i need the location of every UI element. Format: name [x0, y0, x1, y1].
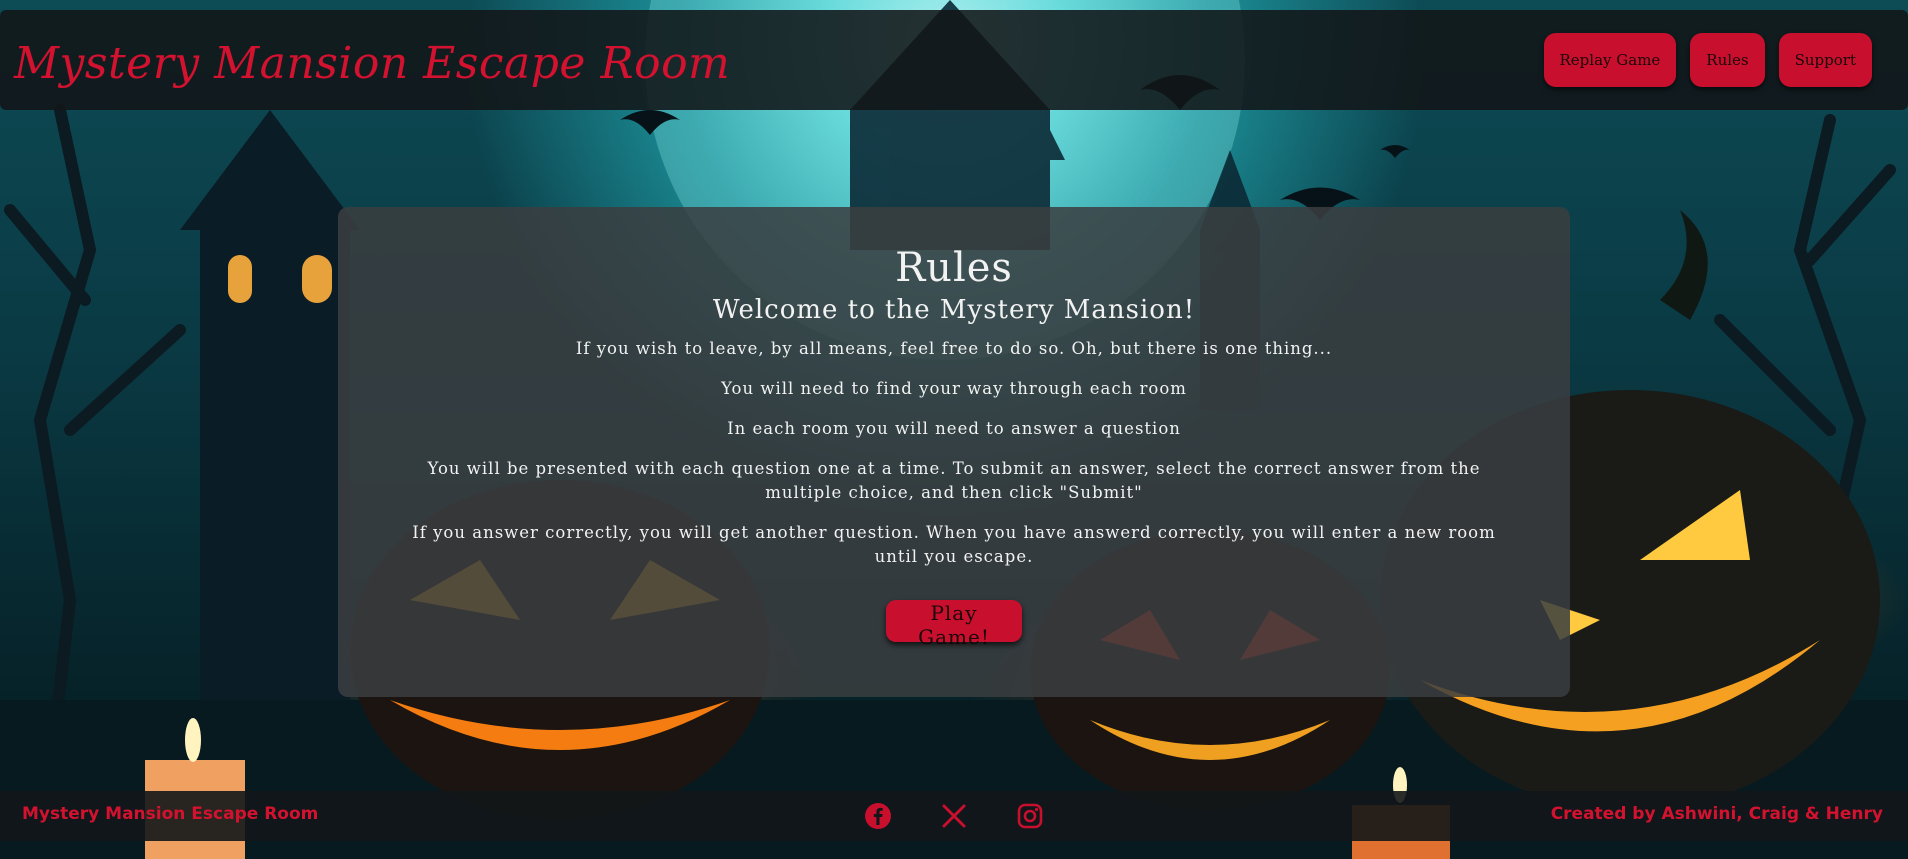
play-game-button[interactable]: Play Game! [886, 600, 1022, 649]
rules-paragraph: You will need to find your way through e… [721, 379, 1187, 398]
rules-button[interactable]: Rules [1690, 33, 1765, 87]
social-links [864, 802, 1044, 830]
site-footer: Mystery Mansion Escape Room Created by A… [0, 791, 1908, 841]
rules-paragraph: In each room you will need to answer a q… [727, 419, 1181, 438]
rules-title: Rules [895, 245, 1013, 291]
rules-paragraph: If you answer correctly, you will get an… [412, 523, 1496, 566]
site-header: Mystery Mansion Escape Room Replay Game … [0, 10, 1908, 110]
instagram-icon[interactable] [1016, 802, 1044, 830]
main-nav: Replay Game Rules Support [1543, 33, 1872, 87]
support-button[interactable]: Support [1778, 33, 1872, 87]
facebook-icon[interactable] [864, 802, 892, 830]
rules-paragraph: If you wish to leave, by all means, feel… [575, 339, 1333, 358]
replay-game-button[interactable]: Replay Game [1543, 33, 1677, 87]
footer-brand: Mystery Mansion Escape Room [22, 804, 319, 824]
welcome-subtitle: Welcome to the Mystery Mansion! [712, 295, 1196, 325]
rules-panel: Rules Welcome to the Mystery Mansion! If… [338, 207, 1570, 697]
brand-title[interactable]: Mystery Mansion Escape Room [14, 38, 730, 89]
credits-text: Created by Ashwini, Craig & Henry [1550, 804, 1883, 824]
x-icon[interactable] [940, 802, 968, 830]
rules-paragraph: You will be presented with each question… [427, 459, 1481, 502]
